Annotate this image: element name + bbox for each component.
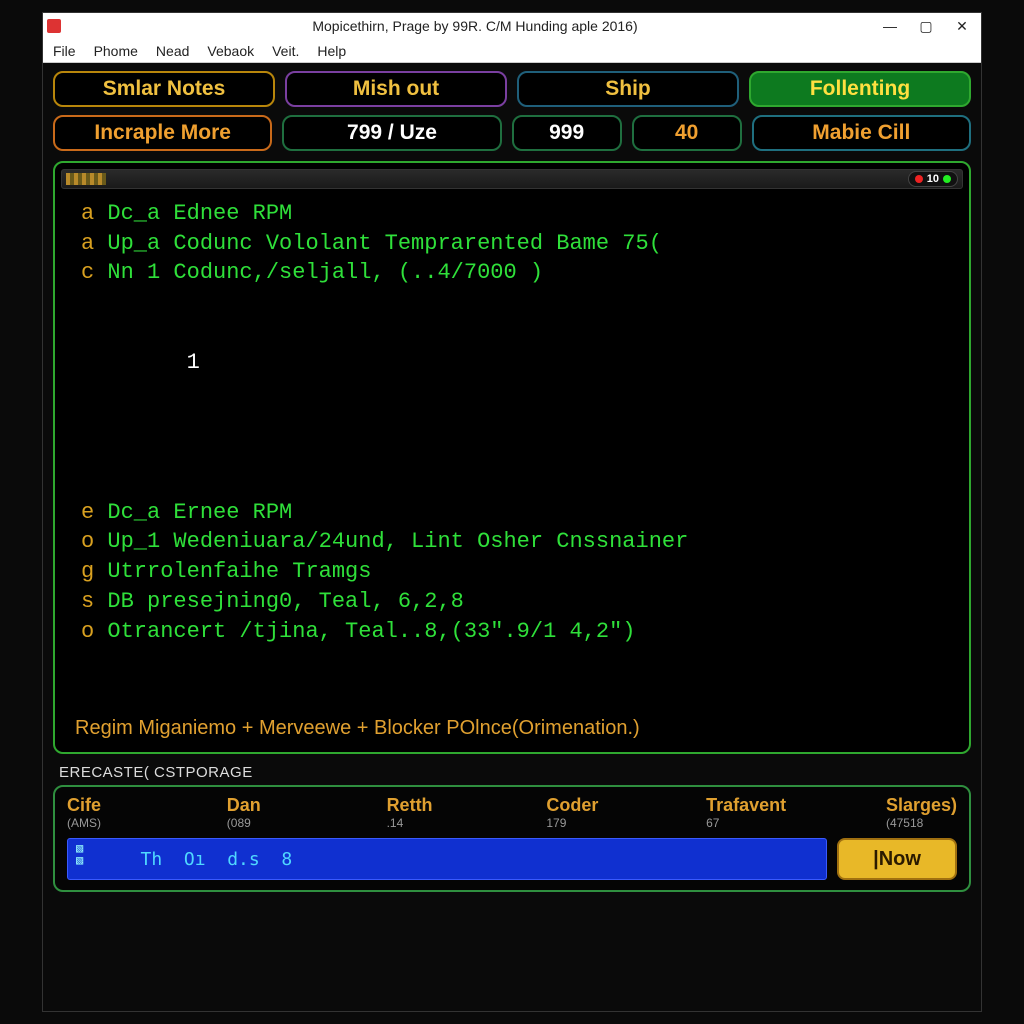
line-text: Utrrolenfaihe Tramgs xyxy=(107,559,371,584)
ok-dot-icon xyxy=(943,175,951,183)
field-799-uze[interactable]: 799 / Uze xyxy=(282,115,501,151)
stat-slarges: Slarges) (47518 xyxy=(886,795,957,830)
line-tag: o xyxy=(81,619,94,644)
line-text: Up_a Codunc Vololant Temprarented Bame 7… xyxy=(107,231,662,256)
window-title: Mopicethirn, Prage by 99R. C/M Hunding a… xyxy=(69,18,881,34)
btn-incraple-more[interactable]: Incraple More xyxy=(53,115,272,151)
stat-coder: Coder 179 xyxy=(546,795,606,830)
line-text: DB presejning0, Teal, 6,2,8 xyxy=(107,589,463,614)
toolbar: Smlar Notes Mish out Ship Follenting Inc… xyxy=(43,63,981,155)
status-value: 10 xyxy=(927,173,939,185)
storage-label: ERECASTE( CSTPORAGE xyxy=(59,764,965,781)
stat-retth: Retth .14 xyxy=(387,795,447,830)
maximize-button[interactable]: ▢ xyxy=(917,17,935,35)
btn-mish-out[interactable]: Mish out xyxy=(285,71,507,107)
progress-glyph-icon: ▧▧ xyxy=(76,842,83,866)
menu-nead[interactable]: Nead xyxy=(156,43,189,59)
terminal-footer: Regim Miganiemo + Merveewe + Blocker POl… xyxy=(61,709,963,746)
line-tag: a xyxy=(81,201,94,226)
line-text: Dc_a Ernee RPM xyxy=(107,500,292,525)
line-tag: s xyxy=(81,589,94,614)
status-indicator: 10 xyxy=(908,171,958,187)
line-tag: o xyxy=(81,529,94,554)
line-tag: c xyxy=(81,260,94,285)
menu-file[interactable]: File xyxy=(53,43,76,59)
btn-follenting[interactable]: Follenting xyxy=(749,71,971,107)
progress-bar[interactable]: ▧▧ Th Oı d.s 8 xyxy=(67,838,827,880)
close-button[interactable]: ✕ xyxy=(953,17,971,35)
storage-stats: Cife (AMS) Dan (089 Retth .14 Coder 179 … xyxy=(67,795,957,830)
line-tag: e xyxy=(81,500,94,525)
stat-cife: Cife (AMS) xyxy=(67,795,127,830)
terminal-header-icon xyxy=(66,173,106,185)
stat-dan: Dan (089 xyxy=(227,795,287,830)
menubar: File Phome Nead Vebaok Veit. Help xyxy=(43,39,981,63)
field-40[interactable]: 40 xyxy=(632,115,742,151)
menu-help[interactable]: Help xyxy=(317,43,346,59)
menu-phome[interactable]: Phome xyxy=(94,43,138,59)
line-text: Dc_a Ednee RPM xyxy=(107,201,292,226)
storage-panel: Cife (AMS) Dan (089 Retth .14 Coder 179 … xyxy=(53,785,971,892)
cursor-line: 1 xyxy=(81,348,943,378)
field-999[interactable]: 999 xyxy=(512,115,622,151)
main-window: Mopicethirn, Prage by 99R. C/M Hunding a… xyxy=(42,12,982,1012)
terminal-panel: 10 a Dc_a Ednee RPM a Up_a Codunc Volola… xyxy=(53,161,971,754)
line-text: Nn 1 Codunc,/seljall, (..4/7000 ) xyxy=(107,260,543,285)
now-button[interactable]: |Now xyxy=(837,838,957,880)
minimize-button[interactable]: — xyxy=(881,17,899,35)
line-tag: g xyxy=(81,559,94,584)
btn-mabie-cill[interactable]: Mabie Cill xyxy=(752,115,971,151)
line-text: Up_1 Wedeniuara/24und, Lint Osher Cnssna… xyxy=(107,529,688,554)
progress-text: Th Oı d.s 8 xyxy=(108,849,292,870)
btn-ship[interactable]: Ship xyxy=(517,71,739,107)
menu-veit[interactable]: Veit. xyxy=(272,43,299,59)
line-text: Otrancert /tjina, Teal..8,(33".9/1 4,2") xyxy=(107,619,635,644)
terminal-header: 10 xyxy=(61,169,963,189)
line-tag: a xyxy=(81,231,94,256)
record-dot-icon xyxy=(915,175,923,183)
titlebar: Mopicethirn, Prage by 99R. C/M Hunding a… xyxy=(43,13,981,39)
terminal-output: a Dc_a Ednee RPM a Up_a Codunc Vololant … xyxy=(61,189,963,709)
stat-trafavent: Trafavent 67 xyxy=(706,795,786,830)
btn-smlar-notes[interactable]: Smlar Notes xyxy=(53,71,275,107)
app-icon xyxy=(47,19,61,33)
menu-vebaok[interactable]: Vebaok xyxy=(207,43,254,59)
